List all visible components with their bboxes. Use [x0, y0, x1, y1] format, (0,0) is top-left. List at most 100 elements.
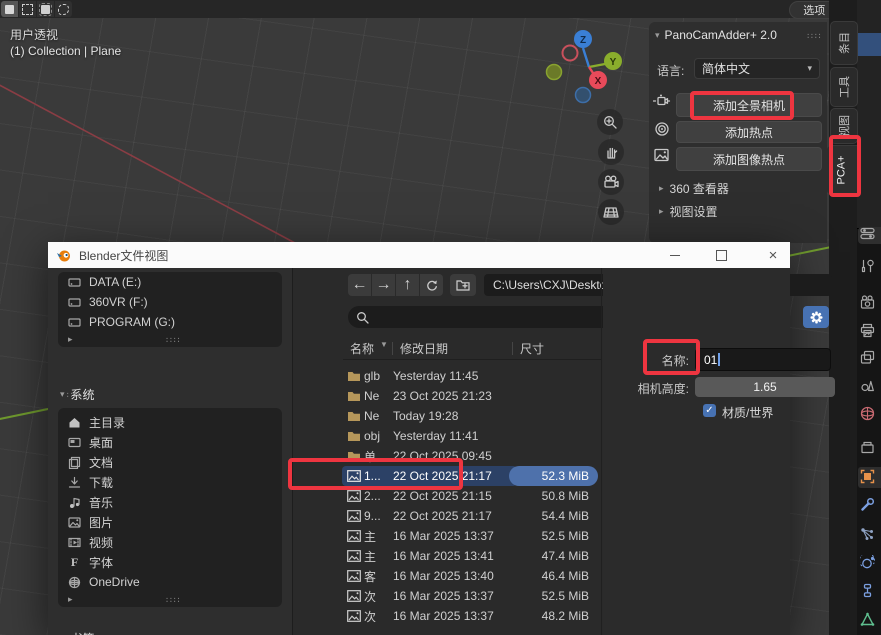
properties-tab-tool-icon[interactable] [860, 259, 877, 276]
volume-item[interactable]: 360VR (F:) [58, 292, 282, 312]
volumes-box: DATA (E:) 360VR (F:) PROGRAM (G:) ▸:::: [58, 272, 282, 347]
image-file-icon [347, 550, 361, 562]
sidebar-tab-item[interactable]: 条目 [830, 21, 858, 65]
properties-tab-modifiers-icon[interactable] [860, 497, 877, 514]
gizmo-neg-y[interactable] [547, 65, 562, 80]
column-name[interactable]: 名称 [350, 340, 374, 357]
search-input[interactable] [348, 306, 626, 328]
properties-tab-view-layer-icon[interactable] [860, 350, 877, 367]
properties-tab-constraints-icon[interactable] [860, 583, 877, 600]
new-folder-icon[interactable] [450, 274, 476, 296]
system-item-downloads[interactable]: 下载 [58, 472, 282, 492]
panel-grip[interactable]: :::: [806, 31, 821, 40]
blender-file-view-dialog: Blender文件视图 × DATA (E:) 360VR (F:) [48, 242, 790, 635]
column-date[interactable]: 修改日期 [400, 340, 448, 357]
system-item-videos[interactable]: 视频 [58, 532, 282, 552]
properties-tab-object-icon[interactable] [860, 469, 877, 486]
section-360-viewer[interactable]: ▸ 360 查看器 [659, 180, 729, 197]
forward-icon[interactable]: → [372, 274, 395, 296]
zoom-icon[interactable] [597, 109, 623, 135]
volume-item[interactable]: PROGRAM (G:) [58, 312, 282, 332]
folder-icon [347, 410, 361, 422]
file-row[interactable]: 9...22 Oct 2025 21:1754.4 MiB [344, 506, 597, 526]
properties-tab-world-icon[interactable] [860, 406, 877, 423]
image-hotspot-icon [653, 146, 671, 164]
camera-view-icon[interactable] [598, 169, 624, 195]
system-item-onedrive[interactable]: OneDrive [58, 572, 282, 592]
pan-hand-icon[interactable] [598, 139, 624, 165]
chevron-right-icon: ▸ [659, 183, 664, 194]
section-grip[interactable]: :::: [65, 390, 80, 399]
file-row[interactable]: NeToday 19:28 [344, 406, 597, 426]
column-size[interactable]: 尺寸 [520, 340, 544, 357]
system-item-documents[interactable]: 文档 [58, 452, 282, 472]
volume-item[interactable]: DATA (E:) [58, 272, 282, 292]
file-nav-sidebar: DATA (E:) 360VR (F:) PROGRAM (G:) ▸:::: … [48, 268, 293, 635]
close-icon[interactable]: × [758, 242, 788, 268]
properties-tab-physics-icon[interactable] [860, 555, 877, 572]
gizmo-neg-x[interactable] [563, 46, 578, 61]
material-world-checkbox[interactable]: ✓ [703, 404, 716, 417]
gizmo-y-label: Y [610, 57, 617, 68]
system-item-pictures[interactable]: 图片 [58, 512, 282, 532]
section-view-settings[interactable]: ▸ 视图设置 [659, 203, 718, 220]
system-item-desktop[interactable]: 桌面 [58, 432, 282, 452]
language-dropdown[interactable]: 简体中文 ▾ [694, 58, 820, 79]
name-input[interactable]: 01 [695, 348, 831, 371]
properties-tab-collection-icon[interactable] [860, 440, 877, 457]
add-image-hotspot-button[interactable]: 添加图像热点 [676, 147, 822, 171]
properties-tab-render-icon[interactable] [860, 295, 877, 312]
properties-tab-particles-icon[interactable] [860, 527, 877, 544]
panel-header[interactable]: ▾ PanoCamAdder+ 2.0 :::: [655, 26, 821, 44]
grid-perspective-icon[interactable] [598, 199, 624, 225]
camera-height-input[interactable]: 1.65 [695, 377, 835, 397]
pane-divider[interactable] [601, 268, 602, 635]
file-row[interactable]: 客16 Mar 2025 13:4046.4 MiB [344, 566, 597, 586]
system-section-header[interactable]: ▾ 系统 :::: [60, 386, 95, 403]
back-icon[interactable]: ← [348, 274, 371, 296]
file-row[interactable]: 次16 Mar 2025 13:3752.5 MiB [344, 586, 597, 606]
sort-descending-icon[interactable]: ▼ [380, 340, 388, 349]
bookmarks-section-header[interactable]: ▾ 书签 :::: [60, 630, 95, 635]
chevron-down-icon: ▾ [60, 389, 65, 400]
image-file-icon [347, 590, 361, 602]
language-label: 语言: [657, 62, 689, 79]
properties-tab-data-icon[interactable] [860, 612, 877, 629]
gizmo-neg-z[interactable] [576, 88, 591, 103]
file-row[interactable]: 次16 Mar 2025 13:3748.2 MiB [344, 606, 597, 626]
resize-grip[interactable]: :::: [165, 595, 180, 604]
expand-icon[interactable]: ▸ [68, 594, 73, 605]
circle-select-icon[interactable] [37, 1, 54, 17]
box-select-icon[interactable] [19, 1, 36, 17]
system-item-music[interactable]: 音乐 [58, 492, 282, 512]
file-row[interactable]: glbYesterday 11:45 [344, 366, 597, 386]
image-file-icon [347, 510, 361, 522]
file-row[interactable]: objYesterday 11:41 [344, 426, 597, 446]
minimize-icon[interactable] [670, 255, 680, 256]
folder-icon [347, 390, 361, 402]
settings-gear-icon[interactable] [803, 306, 829, 328]
list-divider [343, 359, 601, 360]
refresh-icon[interactable] [420, 274, 443, 296]
navigation-gizmo[interactable]: Z Y X [540, 25, 632, 111]
file-row[interactable]: 主16 Mar 2025 13:4147.4 MiB [344, 546, 597, 566]
properties-tab-output-icon[interactable] [860, 323, 877, 340]
tweak-select-icon[interactable] [1, 1, 18, 17]
outliner-selected-row[interactable] [857, 33, 881, 56]
lasso-select-icon[interactable] [55, 1, 72, 17]
up-icon[interactable]: ↑ [396, 274, 419, 296]
properties-tab-scene-icon[interactable] [860, 378, 877, 395]
expand-icon[interactable]: ▸ [68, 334, 73, 345]
properties-editor-icon[interactable] [860, 226, 877, 243]
system-item-home[interactable]: 主目录 [58, 408, 282, 432]
camera-height-label: 相机高度: [603, 380, 689, 397]
maximize-icon[interactable] [716, 250, 727, 261]
image-file-icon [347, 530, 361, 542]
file-row[interactable]: 主16 Mar 2025 13:3752.5 MiB [344, 526, 597, 546]
system-item-fonts[interactable]: F 字体 [58, 552, 282, 572]
add-hotspot-button[interactable]: 添加热点 [676, 121, 822, 143]
resize-grip[interactable]: :::: [165, 335, 180, 344]
chevron-down-icon: ▾ [655, 30, 660, 41]
sidebar-tab-tool[interactable]: 工具 [830, 67, 858, 107]
file-row[interactable]: Ne23 Oct 2025 21:23 [344, 386, 597, 406]
